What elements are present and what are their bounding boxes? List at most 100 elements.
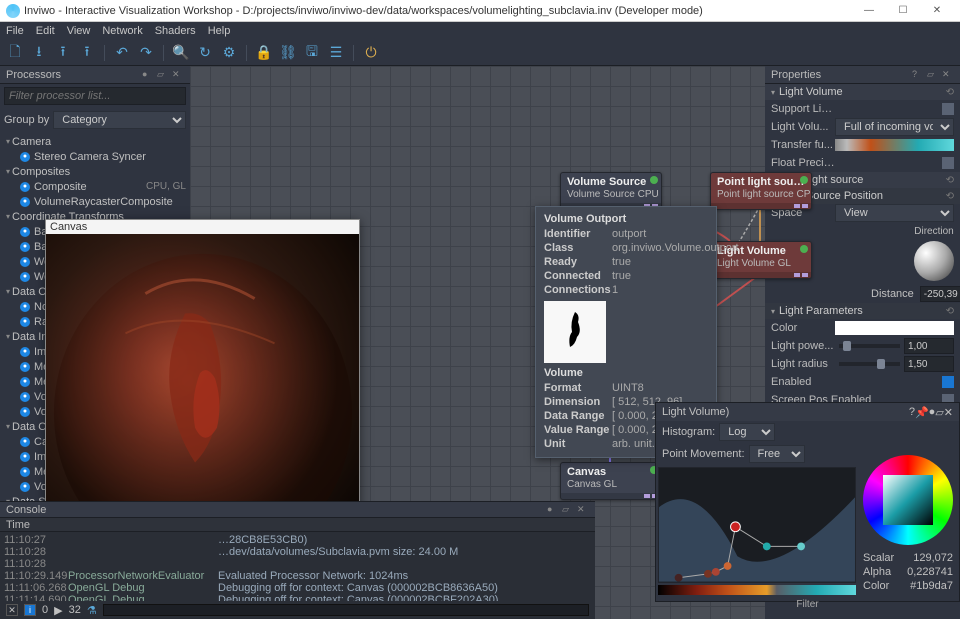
- transfer-fn-gradient[interactable]: [835, 139, 954, 151]
- tf-pm-select[interactable]: Free: [749, 445, 805, 463]
- tf-color-label: Color: [863, 580, 889, 592]
- checkbox-support-light-color[interactable]: [942, 103, 954, 115]
- tf-alpha-value: 0,228741: [907, 566, 953, 578]
- processor-filter-input[interactable]: [4, 87, 186, 105]
- prop-distance: Distance: [871, 288, 914, 300]
- panel-close-icon[interactable]: ✕: [172, 69, 184, 81]
- maximize-button[interactable]: ☐: [886, 0, 920, 22]
- new-file-icon[interactable]: 🗋: [6, 44, 24, 62]
- refresh-icon[interactable]: ↻: [196, 44, 214, 62]
- checkbox-enabled[interactable]: [942, 376, 954, 388]
- prop-support-light-color: Support Light Color: [771, 103, 835, 115]
- panel-dot-icon[interactable]: ●: [142, 69, 154, 81]
- link-icon[interactable]: ⛓: [279, 44, 297, 62]
- node-vs[interactable]: Volume SourceVolume Source CPU: [560, 172, 662, 210]
- console-title: Console: [6, 504, 46, 516]
- tf-plot[interactable]: [658, 467, 856, 583]
- save-as-icon[interactable]: ⭱: [78, 44, 96, 62]
- status-info-icon[interactable]: i: [24, 604, 36, 616]
- app-logo-icon: [6, 4, 20, 18]
- panel-close-icon[interactable]: ✕: [942, 69, 954, 81]
- save-state-icon[interactable]: 🖫: [303, 44, 321, 62]
- settings-icon[interactable]: ⚙: [220, 44, 238, 62]
- prop-light-power: Light powe...: [771, 340, 835, 352]
- light-radius-input[interactable]: [904, 356, 954, 372]
- tf-histogram-select[interactable]: Log: [719, 423, 775, 441]
- tree-processor[interactable]: ●CompositeCPU, GL: [0, 179, 190, 194]
- light-power-slider[interactable]: [839, 344, 900, 348]
- open-file-icon[interactable]: ⭳: [30, 44, 48, 62]
- status-play-icon[interactable]: ▶: [54, 604, 62, 617]
- lock-icon[interactable]: 🔒: [255, 44, 273, 62]
- tree-category[interactable]: ▾Camera: [0, 134, 190, 149]
- section-light-volume[interactable]: Light Volume: [779, 86, 843, 98]
- window-title: Inviwo - Interactive Visualization Works…: [24, 5, 852, 17]
- color-wheel[interactable]: [863, 455, 953, 545]
- tooltip-title: Volume Outport: [544, 213, 708, 225]
- search-icon[interactable]: 🔍: [172, 44, 190, 62]
- tf-filter-label: Filter: [656, 597, 959, 612]
- tf-close-icon[interactable]: ✕: [944, 406, 953, 419]
- light-power-input[interactable]: [904, 338, 954, 354]
- undo-icon[interactable]: ↶: [113, 44, 131, 62]
- tf-scalar-value: 129,072: [913, 552, 953, 564]
- direction-sphere[interactable]: [914, 241, 954, 281]
- node-pls[interactable]: Point light sourcePoint light source CPU: [710, 172, 812, 210]
- space-select[interactable]: View: [835, 204, 954, 222]
- node-cv[interactable]: CanvasCanvas GL: [560, 462, 662, 500]
- tf-pm-label: Point Movement:: [662, 448, 745, 460]
- color-swatch[interactable]: [835, 321, 954, 335]
- tree-processor[interactable]: ●VolumeRaycasterComposite: [0, 194, 190, 209]
- titlebar: Inviwo - Interactive Visualization Works…: [0, 0, 960, 22]
- light-radius-slider[interactable]: [839, 362, 900, 366]
- canvas-window-title: Canvas: [50, 221, 87, 233]
- menu-help[interactable]: Help: [208, 25, 231, 37]
- light-volu-select[interactable]: Full of incoming volume: [835, 118, 954, 136]
- tf-histogram-label: Histogram:: [662, 426, 715, 438]
- tooltip-volume-title: Volume: [544, 367, 708, 379]
- console-time-col: Time: [6, 519, 30, 531]
- group-by-label: Group by: [4, 114, 49, 126]
- status-close-icon[interactable]: ✕: [6, 604, 18, 616]
- status-input[interactable]: [103, 604, 589, 616]
- menu-shaders[interactable]: Shaders: [155, 25, 196, 37]
- redo-icon[interactable]: ↷: [137, 44, 155, 62]
- tf-gradient-bar[interactable]: [658, 585, 856, 595]
- toolbar: 🗋 ⭳ ⭱ ⭱ ↶ ↷ 🔍 ↻ ⚙ 🔒 ⛓ 🖫 ☰ ⏻: [0, 40, 960, 66]
- preview-thumbnail: [544, 301, 606, 363]
- prop-transfer-fn: Transfer fu...: [771, 139, 835, 151]
- tf-panel-title: Light Volume): [662, 406, 729, 418]
- tree-category[interactable]: ▾Composites: [0, 164, 190, 179]
- panel-float-icon[interactable]: ▱: [927, 69, 939, 81]
- panel-float-icon[interactable]: ▱: [157, 69, 169, 81]
- minimize-button[interactable]: —: [852, 0, 886, 22]
- status-filter-icon[interactable]: ⚗: [87, 604, 97, 617]
- menu-network[interactable]: Network: [102, 25, 142, 37]
- power-icon[interactable]: ⏻: [362, 44, 380, 62]
- menu-file[interactable]: File: [6, 25, 24, 37]
- transfer-function-panel: Light Volume) ? 📌 ● ▱ ✕ Histogram:Log Po…: [655, 402, 960, 602]
- prop-color: Color: [771, 322, 835, 334]
- distance-input[interactable]: [920, 286, 960, 302]
- status-count: 32: [69, 604, 81, 616]
- checkbox-float-precision[interactable]: [942, 157, 954, 169]
- tree-processor[interactable]: ●Stereo Camera Syncer: [0, 149, 190, 164]
- processors-header: Processors ● ▱ ✕: [0, 66, 190, 84]
- tf-dot-icon[interactable]: ●: [929, 406, 936, 418]
- tf-color-value: #1b9da7: [910, 580, 953, 592]
- menu-view[interactable]: View: [67, 25, 91, 37]
- console-panel: Console●▱✕ Time 11:10:27…28CB8E53CB0)11:…: [0, 501, 595, 619]
- list-icon[interactable]: ☰: [327, 44, 345, 62]
- group-by-select[interactable]: Category: [53, 111, 186, 129]
- tf-alpha-label: Alpha: [863, 566, 891, 578]
- menu-edit[interactable]: Edit: [36, 25, 55, 37]
- statusbar: ✕ i 0 ▶ 32 ⚗: [0, 601, 595, 619]
- close-button[interactable]: ✕: [920, 0, 954, 22]
- menubar: File Edit View Network Shaders Help: [0, 22, 960, 40]
- prop-enabled: Enabled: [771, 376, 835, 388]
- tf-pin-icon[interactable]: 📌: [915, 406, 929, 419]
- save-file-icon[interactable]: ⭱: [54, 44, 72, 62]
- tf-float-icon[interactable]: ▱: [935, 406, 943, 419]
- panel-help-icon[interactable]: ?: [912, 69, 924, 81]
- section-light-parameters[interactable]: Light Parameters: [779, 305, 863, 317]
